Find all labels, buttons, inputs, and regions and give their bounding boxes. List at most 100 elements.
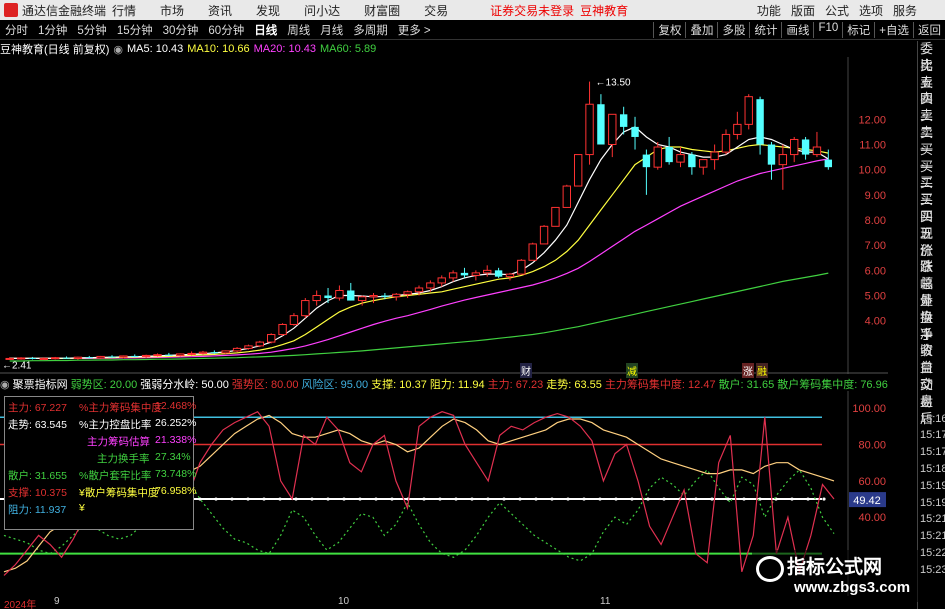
menu-item-exchange[interactable]: 市场 <box>160 2 184 19</box>
sidebar-item[interactable]: 15:18 <box>918 461 945 478</box>
period-60min[interactable]: 60分钟 <box>203 22 249 38</box>
candle <box>16 357 26 360</box>
ma10-label: MA10: 10.66 <box>187 43 250 55</box>
menu-item-options[interactable]: 选项 <box>859 2 883 19</box>
menu-item-discover[interactable]: 发现 <box>256 2 280 19</box>
indicator-name[interactable]: 聚票指标网 <box>13 377 68 391</box>
sidebar-item[interactable]: 15:16 <box>918 411 945 428</box>
indicator-value-0: 弱势区: 20.00 <box>70 379 138 391</box>
candle <box>289 313 299 326</box>
settings-icon[interactable]: ◉ <box>113 43 123 56</box>
sidebar-item[interactable]: 交易 <box>918 377 945 409</box>
candle <box>585 81 594 165</box>
indicator-value-10: 散户筹码集中度: 76.96 <box>777 379 888 391</box>
sidebar-item[interactable]: 15:22 <box>918 545 945 562</box>
period-monthly[interactable]: 月线 <box>315 22 348 38</box>
level-dot <box>646 497 650 501</box>
level-dot <box>454 497 458 501</box>
price-axis-label: 6.00 <box>865 265 886 277</box>
tool-adjust[interactable]: 复权 <box>653 21 685 38</box>
period-multi[interactable]: 多周期 <box>348 22 393 38</box>
candle <box>756 96 764 155</box>
menu-item-layout[interactable]: 版面 <box>791 2 815 19</box>
sidebar-item[interactable]: 15:19 <box>918 495 945 512</box>
level-dot <box>614 497 618 501</box>
candle <box>278 323 287 336</box>
indicator-settings-icon[interactable]: ◉ <box>0 378 10 391</box>
sidebar-item[interactable]: 卖二 <box>918 108 945 140</box>
tool-back[interactable]: 返回 <box>913 21 945 38</box>
sidebar-item[interactable]: 卖四 <box>918 75 945 107</box>
sidebar-item[interactable]: 15:17 <box>918 444 945 461</box>
sidebar-item[interactable]: 总量 <box>918 276 945 308</box>
sidebar-item[interactable]: 买四 <box>918 192 945 224</box>
level-dot <box>662 497 666 501</box>
candle <box>335 285 344 301</box>
high-annotation: ←13.50 <box>596 78 631 89</box>
sidebar-item[interactable]: 卖三 <box>918 91 945 123</box>
period-weekly[interactable]: 周线 <box>282 22 315 38</box>
marker-rise[interactable]: 涨 <box>742 363 754 378</box>
level-dot <box>246 497 250 501</box>
candle <box>676 147 685 168</box>
sidebar-item[interactable]: 盘后 <box>918 394 945 426</box>
sidebar-item[interactable]: 外盘 <box>918 293 945 325</box>
sidebar-item[interactable]: 买三 <box>918 175 945 207</box>
sidebar-item[interactable]: 买二 <box>918 159 945 191</box>
tool-stats[interactable]: 统计 <box>749 21 781 38</box>
menu-item-formula[interactable]: 公式 <box>825 2 849 19</box>
candle <box>73 356 83 360</box>
sidebar-item[interactable]: 涨幅 <box>918 259 945 291</box>
sub-value-badge-text: 49.42 <box>853 495 881 507</box>
sidebar-item[interactable]: 涨跌 <box>918 243 945 275</box>
menu-item-trade[interactable]: 交易 <box>424 2 448 19</box>
period-5min[interactable]: 5分钟 <box>72 22 111 38</box>
marker-margin[interactable]: 融 <box>756 363 768 378</box>
period-daily[interactable]: 日线 <box>249 22 282 38</box>
menu-item-service[interactable]: 服务 <box>893 2 917 19</box>
sidebar-item[interactable]: 买一 <box>918 142 945 174</box>
period-1min[interactable]: 1分钟 <box>33 22 72 38</box>
sidebar-item[interactable]: 自动 <box>918 360 945 392</box>
tool-add-watchlist[interactable]: +自选 <box>874 21 913 38</box>
tool-overlay[interactable]: 叠加 <box>685 21 717 38</box>
sidebar-item[interactable]: 15:19 <box>918 478 945 495</box>
marker-reduce[interactable]: 减 <box>626 363 638 378</box>
stock-name-notice: 豆神教育 <box>580 3 629 18</box>
ma60-label: MA60: 5.89 <box>320 43 377 55</box>
sidebar-item[interactable]: 卖一 <box>918 125 945 157</box>
sidebar-item[interactable]: 15:23 <box>918 562 945 579</box>
candle <box>39 357 48 360</box>
menu-item-market[interactable]: 行情 <box>112 2 136 19</box>
sidebar-item[interactable]: 收益 <box>918 343 945 375</box>
marker-finance[interactable]: 财 <box>520 363 532 378</box>
tool-draw[interactable]: 画线 <box>781 21 813 38</box>
sidebar-item[interactable]: 15:21 <box>918 511 945 528</box>
period-30min[interactable]: 30分钟 <box>158 22 204 38</box>
price-axis-label: 10.00 <box>858 165 886 177</box>
login-notice[interactable]: 证券交易未登录 <box>490 2 574 19</box>
sidebar-item[interactable]: 卖五 <box>918 58 945 90</box>
sidebar-item[interactable]: 委比 <box>918 41 945 73</box>
menu-item-news[interactable]: 资讯 <box>208 2 232 19</box>
tool-multi-stock[interactable]: 多股 <box>717 21 749 38</box>
candlestick-chart[interactable]: 12.00 11.00 10.00 9.00 8.00 7.00 6.00 5.00 4.00 ←… <box>0 57 888 374</box>
menu-item-function[interactable]: 功能 <box>757 2 781 19</box>
sidebar-item[interactable]: 净资 <box>918 327 945 359</box>
sidebar-item[interactable]: 买五 <box>918 209 945 241</box>
menu-item-ask[interactable]: 问小达 <box>304 2 340 19</box>
period-15min[interactable]: 15分钟 <box>112 22 158 38</box>
tool-f10[interactable]: F10 <box>813 21 842 38</box>
sidebar-item[interactable]: 换手 <box>918 310 945 342</box>
sidebar-item[interactable]: 现价 <box>918 226 945 258</box>
period-more[interactable]: 更多 > <box>393 22 436 38</box>
chart-title: 豆神教育(日线 前复权) <box>0 44 110 56</box>
period-intraday[interactable]: 分时 <box>0 22 33 38</box>
candle <box>324 287 332 304</box>
sidebar-item[interactable]: 15:21 <box>918 528 945 545</box>
menu-item-wealth[interactable]: 财富圈 <box>364 2 400 19</box>
tool-mark[interactable]: 标记 <box>842 21 874 38</box>
candle <box>801 136 810 160</box>
sidebar-item[interactable]: 15:17 <box>918 427 945 444</box>
ma-info-line: 豆神教育(日线 前复权) ◉ MA5: 10.43 MA10: 10.66 MA… <box>0 41 380 57</box>
